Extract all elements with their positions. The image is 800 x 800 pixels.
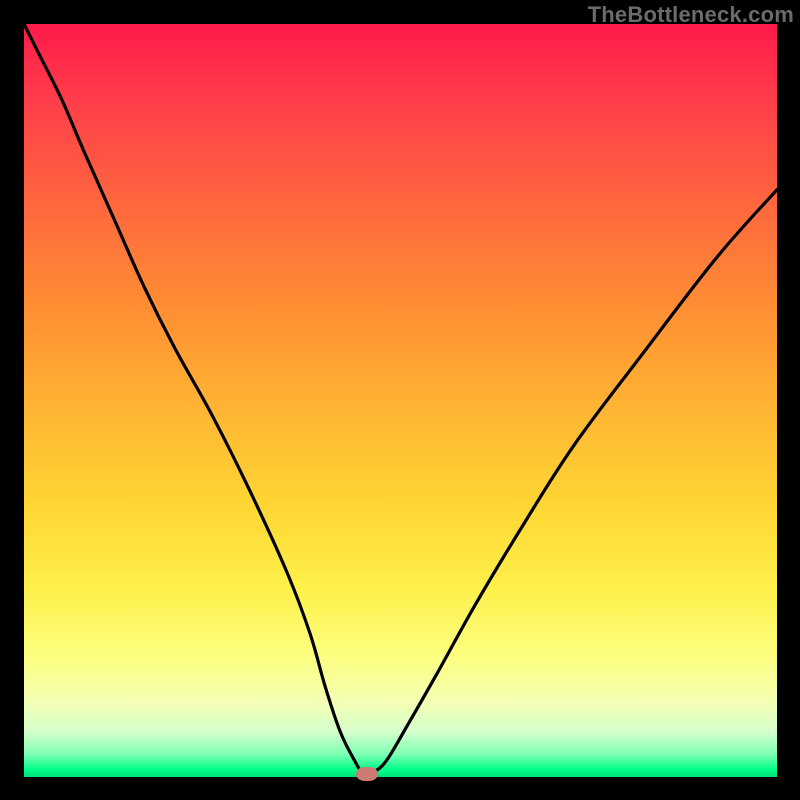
outer-frame: TheBottleneck.com — [0, 0, 800, 800]
plot-area — [24, 24, 777, 777]
minimum-marker — [356, 767, 378, 781]
bottleneck-curve — [24, 24, 777, 777]
